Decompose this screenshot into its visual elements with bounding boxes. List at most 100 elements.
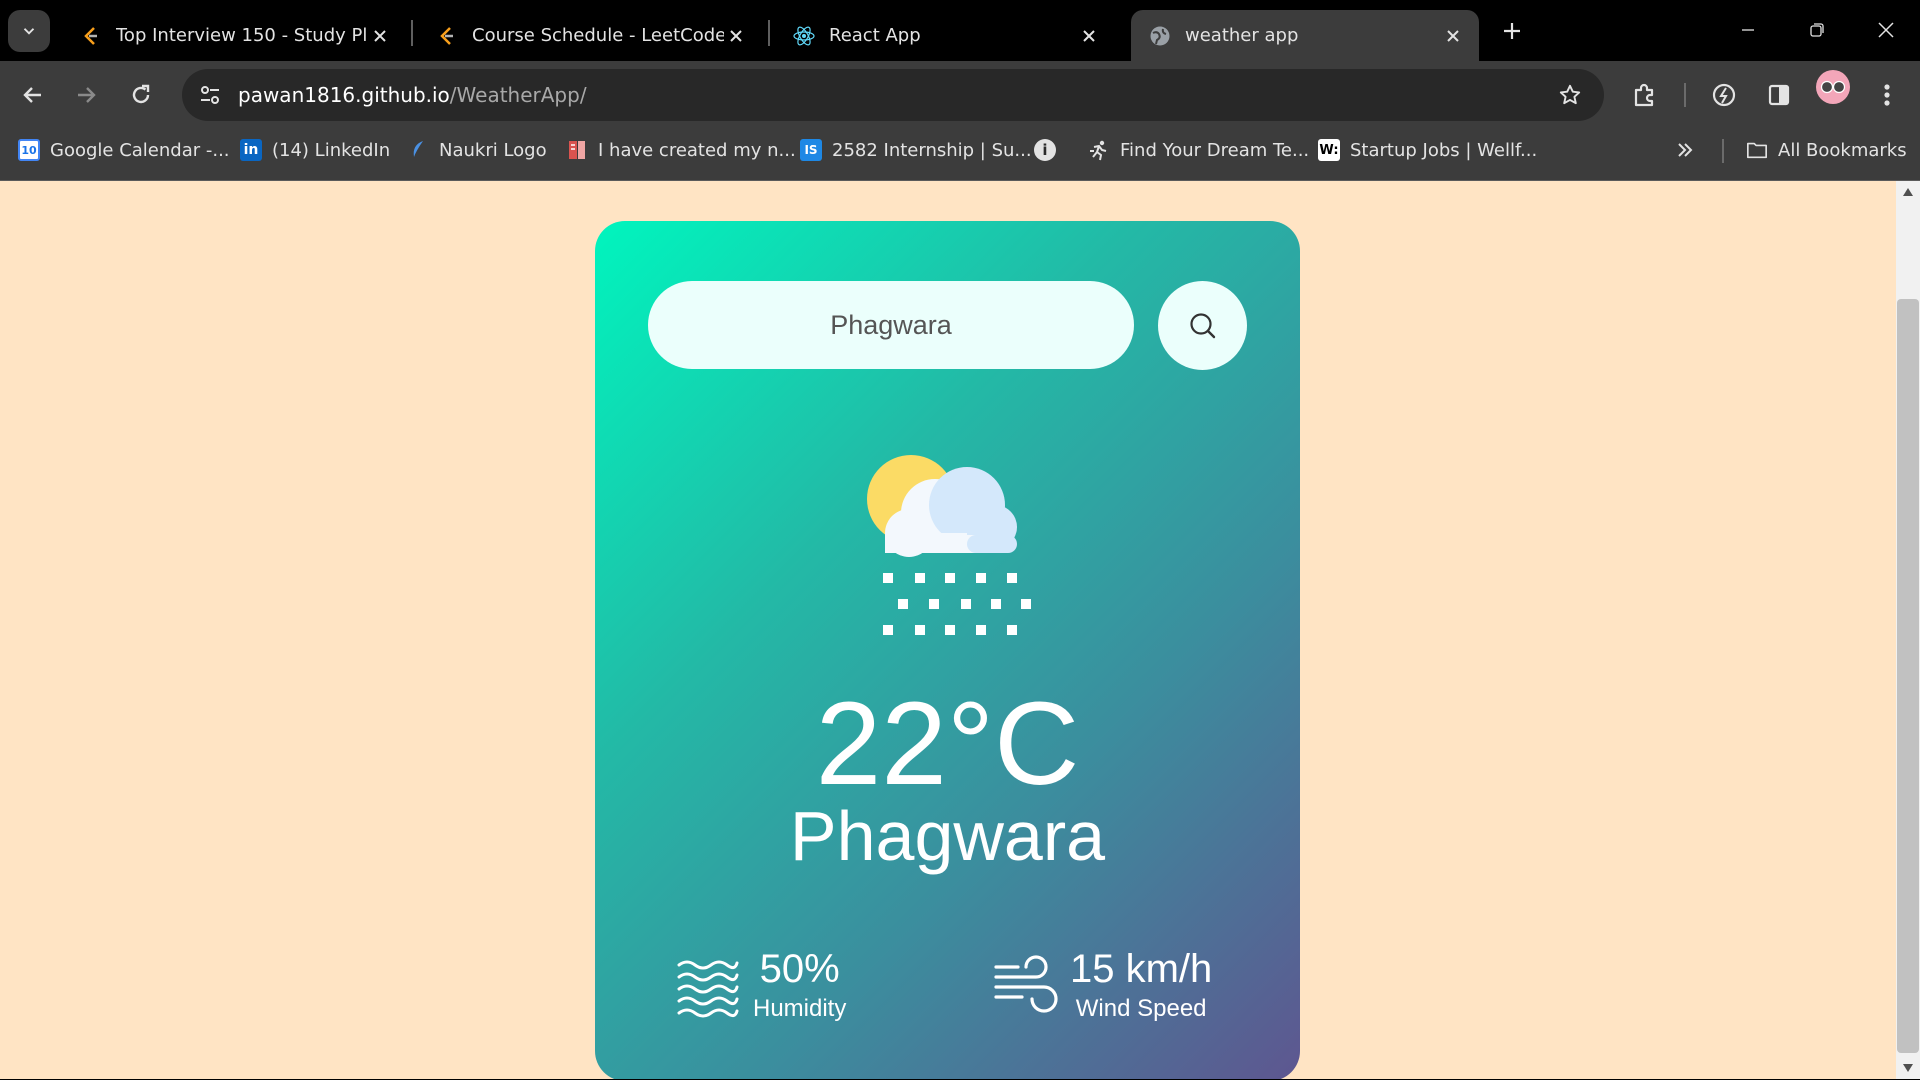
forward-button[interactable] [66, 75, 106, 115]
performance-button[interactable] [1704, 75, 1744, 115]
wind-icon [994, 955, 1058, 1013]
triangle-up-icon [1903, 188, 1913, 196]
tab-top-interview[interactable]: Top Interview 150 - Study Plan [62, 10, 406, 61]
document-icon [566, 139, 588, 161]
bookmark-label: Startup Jobs | Wellf... [1350, 139, 1538, 161]
url-text[interactable]: pawan1816.github.io/WeatherApp/ [238, 83, 587, 107]
back-button[interactable] [13, 75, 53, 115]
profile-avatar[interactable] [1816, 70, 1850, 104]
tab-weather-app[interactable]: weather app [1131, 10, 1479, 61]
triangle-down-icon [1903, 1064, 1913, 1072]
new-tab-button[interactable] [1494, 13, 1530, 49]
puzzle-icon [1634, 83, 1654, 107]
city-name: Phagwara [789, 797, 1106, 875]
scroll-thumb[interactable] [1897, 299, 1919, 1053]
naukri-icon [407, 139, 429, 161]
toolbar-divider [1684, 83, 1686, 107]
close-icon[interactable] [1441, 24, 1465, 48]
more-vert-icon [1884, 84, 1890, 106]
scroll-up-arrow[interactable] [1896, 183, 1920, 201]
double-chevron-right-icon [1678, 143, 1693, 157]
bookmark-label: Find Your Dream Te... [1120, 139, 1310, 161]
wind-value: 15 km/h [1070, 947, 1213, 991]
bookmark-internshala[interactable]: IS 2582 Internship | Su... [800, 130, 1032, 170]
google-calendar-icon: 10 [18, 139, 40, 161]
tab-title: weather app [1185, 25, 1299, 46]
leetcode-icon [80, 25, 102, 47]
bookmark-label: Naukri Logo [439, 139, 547, 161]
internshala-icon: IS [800, 139, 822, 161]
close-icon [1878, 22, 1894, 38]
wellfound-icon: W: [1318, 139, 1340, 161]
address-bar[interactable]: pawan1816.github.io/WeatherApp/ [182, 69, 1604, 121]
bookmark-google-calendar[interactable]: 10 Google Calendar -... [18, 130, 230, 170]
tab-course-schedule[interactable]: Course Schedule - LeetCode [418, 10, 762, 61]
page-scrollbar[interactable] [1896, 181, 1920, 1080]
close-icon[interactable] [368, 24, 392, 48]
close-icon[interactable] [1077, 24, 1101, 48]
plus-icon [1504, 23, 1520, 39]
tab-separator [411, 20, 413, 46]
scroll-down-arrow[interactable] [1896, 1059, 1920, 1077]
bookmark-star-button[interactable] [1552, 77, 1588, 113]
globe-icon [1149, 25, 1171, 47]
bookmark-label: 2582 Internship | Su... [832, 139, 1032, 161]
star-icon [1559, 84, 1581, 105]
url-host: pawan1816.github.io [238, 83, 450, 107]
more-bookmarks-button[interactable] [1676, 130, 1694, 170]
reload-button[interactable] [121, 75, 161, 115]
bookmark-naukri[interactable]: Naukri Logo [407, 130, 547, 170]
runner-icon [1088, 139, 1110, 161]
bookmark-label: Google Calendar -... [50, 139, 230, 161]
arrow-left-icon [23, 87, 41, 103]
bookmark-linkedin[interactable]: in (14) LinkedIn [240, 130, 390, 170]
close-icon[interactable] [724, 24, 748, 48]
tab-title: React App [829, 25, 921, 46]
linkedin-icon: in [240, 139, 262, 161]
info-icon: i [1034, 139, 1056, 161]
leetcode-icon [436, 25, 458, 47]
humidity-detail: 50% Humidity [675, 949, 846, 1023]
tab-title: Top Interview 150 - Study Plan [116, 25, 368, 46]
bookmark-find-dream-team[interactable]: Find Your Dream Te... [1088, 130, 1309, 170]
speedometer-icon [1712, 83, 1736, 107]
restore-button[interactable] [1797, 10, 1837, 50]
minimize-icon [1742, 29, 1754, 31]
bookmarks-bar: 10 Google Calendar -... in (14) LinkedIn… [0, 130, 1920, 181]
url-path: /WeatherApp/ [449, 83, 587, 107]
bookmark-info[interactable]: i [1034, 130, 1056, 170]
menu-button[interactable] [1867, 75, 1907, 115]
search-icon [1189, 312, 1215, 338]
arrow-right-icon [78, 87, 96, 103]
close-window-button[interactable] [1866, 10, 1906, 50]
side-panel-icon [1768, 84, 1790, 106]
extensions-button[interactable] [1625, 75, 1665, 115]
bookmark-document[interactable]: I have created my n... [566, 130, 796, 170]
tab-separator [768, 20, 770, 46]
search-button[interactable] [1158, 281, 1247, 370]
weather-card: 22°C Phagwara 50% Humidity [595, 221, 1300, 1079]
tab-title: Course Schedule - LeetCode [472, 25, 724, 46]
side-panel-button[interactable] [1759, 75, 1799, 115]
page-viewport: 22°C Phagwara 50% Humidity [0, 181, 1896, 1079]
site-info-button[interactable] [190, 75, 230, 115]
tune-icon [201, 86, 219, 104]
tab-react-app[interactable]: React App [775, 10, 1115, 61]
all-bookmarks-button[interactable]: All Bookmarks [1746, 130, 1907, 170]
restore-icon [1810, 23, 1824, 37]
humidity-icon [677, 960, 739, 1018]
minimize-button[interactable] [1728, 10, 1768, 50]
all-bookmarks-label: All Bookmarks [1778, 139, 1907, 161]
wind-label: Wind Speed [1075, 995, 1207, 1022]
bookmarks-divider [1722, 139, 1724, 163]
tab-strip: Top Interview 150 - Study Plan Course Sc… [0, 0, 1920, 61]
wind-detail: 15 km/h Wind Speed [992, 949, 1212, 1023]
sunglasses-icon [1820, 80, 1846, 94]
bookmark-startup-jobs[interactable]: W: Startup Jobs | Wellf... [1318, 130, 1537, 170]
chevron-down-icon [23, 28, 35, 35]
humidity-value: 50% [759, 947, 840, 991]
city-search-input[interactable] [648, 281, 1134, 369]
tab-search-button[interactable] [8, 10, 50, 52]
react-icon [793, 25, 815, 47]
bookmark-label: I have created my n... [598, 139, 796, 161]
